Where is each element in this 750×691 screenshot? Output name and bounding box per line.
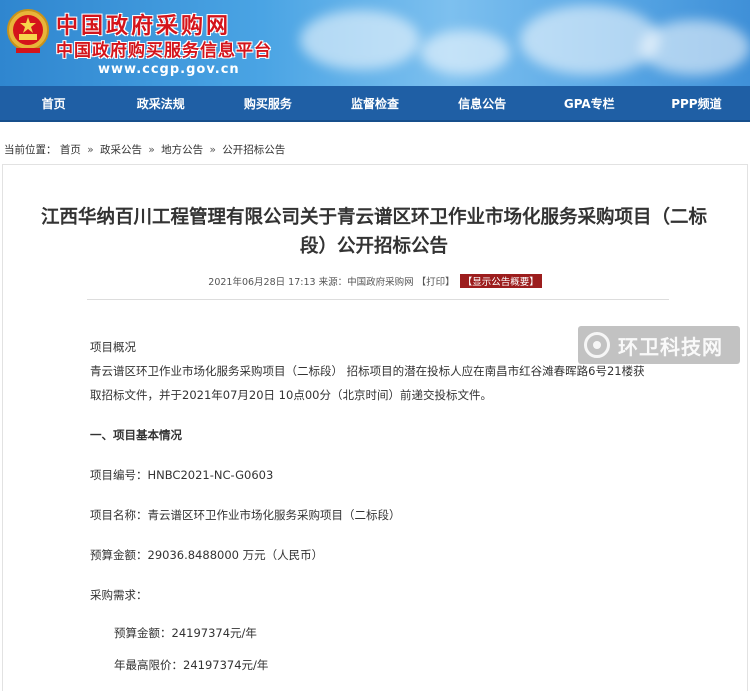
- nav-item-ppp[interactable]: PPP频道: [643, 95, 750, 112]
- overview-line1: 青云谱区环卫作业市场化服务采购项目（二标段） 招标项目的潜在投标人应在南昌市红谷…: [90, 364, 645, 378]
- section1-heading: 一、项目基本情况: [90, 428, 182, 442]
- demand-budget: 预算金额：24197374元/年: [114, 626, 257, 640]
- nav-item-home[interactable]: 首页: [0, 95, 107, 112]
- breadcrumb-separator: »: [87, 144, 94, 156]
- breadcrumb-separator: »: [148, 144, 155, 156]
- nav-item-gpa[interactable]: GPA专栏: [536, 95, 643, 112]
- budget-amount: 预算金额：29036.8488000 万元（人民币）: [90, 548, 324, 562]
- site-url: www.ccgp.gov.cn: [98, 62, 240, 77]
- article-title-line2: 段）公开招标公告: [299, 236, 448, 257]
- nav-item-announcements[interactable]: 信息公告: [429, 95, 536, 112]
- site-subtitle: 中国政府购买服务信息平台: [56, 41, 272, 61]
- publish-source: 来源：中国政府采购网: [318, 277, 414, 288]
- title-divider: [87, 299, 669, 300]
- show-summary-button[interactable]: 【显示公告概要】: [459, 274, 542, 288]
- nav-item-regulations[interactable]: 政采法规: [107, 95, 214, 112]
- nav-item-supervision[interactable]: 监督检查: [321, 95, 428, 112]
- watermark-text: 环卫科技网: [618, 334, 723, 359]
- overview-line2: 取招标文件，并于2021年07月20日 10点00分（北京时间）前递交投标文件。: [90, 388, 492, 402]
- article-meta: 2021年06月28日 17:13 来源：中国政府采购网 【打印】 【显示公告概…: [3, 274, 747, 288]
- project-number: 项目编号：HNBC2021-NC-G0603: [90, 468, 274, 482]
- article-title: 江西华纳百川工程管理有限公司关于青云谱区环卫作业市场化服务采购项目（二标 段）公…: [13, 203, 735, 261]
- demand-heading: 采购需求：: [90, 588, 148, 602]
- breadcrumb-home[interactable]: 首页: [60, 144, 81, 156]
- national-emblem-icon: [7, 9, 49, 53]
- nav-item-purchase-services[interactable]: 购买服务: [214, 95, 321, 112]
- watermark: 环卫科技网: [578, 326, 740, 364]
- publish-date: 2021年06月28日 17:13: [208, 277, 316, 288]
- breadcrumb-public-tender[interactable]: 公开招标公告: [222, 144, 285, 156]
- breadcrumb-prefix: 当前位置：: [4, 144, 57, 156]
- main-nav: 首页 政采法规 购买服务 监督检查 信息公告 GPA专栏 PPP频道: [0, 86, 750, 122]
- print-link[interactable]: 【打印】: [417, 277, 455, 288]
- breadcrumb-separator: »: [209, 144, 216, 156]
- header-banner: 中国政府采购网 中国政府购买服务信息平台 www.ccgp.gov.cn: [0, 0, 750, 86]
- breadcrumb-procurement-notices[interactable]: 政采公告: [100, 144, 142, 156]
- article-title-line1: 江西华纳百川工程管理有限公司关于青云谱区环卫作业市场化服务采购项目（二标: [40, 207, 707, 228]
- breadcrumb-local-notices[interactable]: 地方公告: [161, 144, 203, 156]
- watermark-logo-icon: [584, 332, 610, 358]
- breadcrumb: 当前位置： 首页 » 政采公告 » 地方公告 » 公开招标公告: [4, 142, 285, 157]
- demand-max-price: 年最高限价：24197374元/年: [114, 658, 269, 672]
- project-name: 项目名称：青云谱区环卫作业市场化服务采购项目（二标段）: [90, 508, 401, 522]
- article-panel: 江西华纳百川工程管理有限公司关于青云谱区环卫作业市场化服务采购项目（二标 段）公…: [2, 164, 748, 691]
- overview-heading: 项目概况: [90, 340, 136, 354]
